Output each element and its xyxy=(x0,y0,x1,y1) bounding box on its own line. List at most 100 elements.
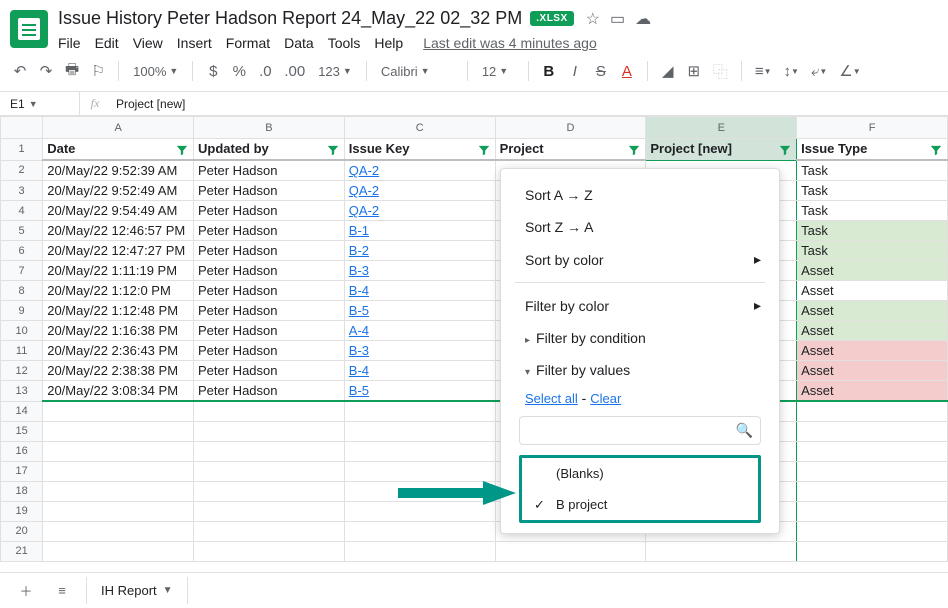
cell-updated-by[interactable]: Peter Hadson xyxy=(194,321,345,341)
empty-cell[interactable] xyxy=(344,441,495,461)
row-header[interactable]: 12 xyxy=(1,361,43,381)
merge-button[interactable]: ⿻ xyxy=(710,59,731,83)
col-header-F[interactable]: F xyxy=(797,117,948,139)
row-header[interactable]: 11 xyxy=(1,341,43,361)
empty-cell[interactable] xyxy=(194,481,345,501)
empty-cell[interactable] xyxy=(797,441,948,461)
filter-by-color[interactable]: Filter by color▸ xyxy=(501,289,779,322)
empty-cell[interactable] xyxy=(194,461,345,481)
issue-key-link[interactable]: B-2 xyxy=(349,243,369,258)
empty-cell[interactable] xyxy=(43,521,194,541)
issue-key-link[interactable]: QA-2 xyxy=(349,203,379,218)
cell-updated-by[interactable]: Peter Hadson xyxy=(194,301,345,321)
strike-button[interactable]: S xyxy=(591,59,611,83)
cell-issue-type[interactable]: Asset xyxy=(797,361,948,381)
sort-za[interactable]: Sort Z → A xyxy=(501,211,779,243)
cell-issue-key[interactable]: B-4 xyxy=(344,281,495,301)
empty-cell[interactable] xyxy=(344,521,495,541)
filter-icon[interactable] xyxy=(477,143,491,157)
decrease-decimal-button[interactable]: .0 xyxy=(255,59,275,83)
empty-cell[interactable] xyxy=(646,541,797,561)
row-header[interactable]: 6 xyxy=(1,241,43,261)
issue-key-link[interactable]: QA-2 xyxy=(349,163,379,178)
empty-cell[interactable] xyxy=(797,421,948,441)
empty-cell[interactable] xyxy=(43,461,194,481)
cell-date[interactable]: 20/May/22 9:54:49 AM xyxy=(43,201,194,221)
empty-cell[interactable] xyxy=(194,541,345,561)
cell-updated-by[interactable]: Peter Hadson xyxy=(194,361,345,381)
col-header-C[interactable]: C xyxy=(344,117,495,139)
cell-date[interactable]: 20/May/22 12:46:57 PM xyxy=(43,221,194,241)
cell-issue-type[interactable]: Task xyxy=(797,181,948,201)
empty-cell[interactable] xyxy=(43,541,194,561)
filter-icon[interactable] xyxy=(778,143,792,157)
empty-cell[interactable] xyxy=(797,461,948,481)
row-header[interactable]: 19 xyxy=(1,501,43,521)
col-header-D[interactable]: D xyxy=(495,117,646,139)
borders-button[interactable]: ⊞ xyxy=(684,59,704,83)
cell-updated-by[interactable]: Peter Hadson xyxy=(194,201,345,221)
empty-cell[interactable] xyxy=(43,421,194,441)
row-header[interactable]: 14 xyxy=(1,401,43,421)
cell-date[interactable]: 20/May/22 2:38:38 PM xyxy=(43,361,194,381)
sheet-tab[interactable]: IH Report▼ xyxy=(86,577,188,604)
empty-cell[interactable] xyxy=(797,521,948,541)
issue-key-link[interactable]: B-5 xyxy=(349,303,369,318)
redo-button[interactable]: ↷ xyxy=(36,59,56,83)
wrap-button[interactable]: ⤶▼ xyxy=(808,59,830,83)
row-header[interactable]: 1 xyxy=(1,139,43,161)
doc-title[interactable]: Issue History Peter Hadson Report 24_May… xyxy=(58,8,522,29)
row-header[interactable]: 2 xyxy=(1,160,43,181)
cell-date[interactable]: 20/May/22 9:52:39 AM xyxy=(43,160,194,181)
menu-data[interactable]: Data xyxy=(284,35,314,51)
empty-cell[interactable] xyxy=(344,401,495,421)
empty-cell[interactable] xyxy=(43,481,194,501)
menu-insert[interactable]: Insert xyxy=(177,35,212,51)
cell-date[interactable]: 20/May/22 1:16:38 PM xyxy=(43,321,194,341)
cell-issue-type[interactable]: Task xyxy=(797,221,948,241)
filter-value-b-project[interactable]: ✓B project xyxy=(522,489,758,520)
cell-issue-key[interactable]: A-4 xyxy=(344,321,495,341)
issue-key-link[interactable]: A-4 xyxy=(349,323,369,338)
filter-search-input[interactable] xyxy=(519,416,761,445)
issue-key-link[interactable]: B-5 xyxy=(349,383,369,398)
print-button[interactable]: 🖶 xyxy=(62,59,82,83)
filter-icon[interactable] xyxy=(175,143,189,157)
col-header-B[interactable]: B xyxy=(194,117,345,139)
cell-issue-type[interactable]: Asset xyxy=(797,321,948,341)
empty-cell[interactable] xyxy=(495,541,646,561)
empty-cell[interactable] xyxy=(43,401,194,421)
cell-updated-by[interactable]: Peter Hadson xyxy=(194,261,345,281)
undo-button[interactable]: ↶ xyxy=(10,59,30,83)
cell-date[interactable]: 20/May/22 2:36:43 PM xyxy=(43,341,194,361)
issue-key-link[interactable]: B-3 xyxy=(349,343,369,358)
row-header[interactable]: 18 xyxy=(1,481,43,501)
empty-cell[interactable] xyxy=(43,441,194,461)
cell-issue-type[interactable]: Asset xyxy=(797,281,948,301)
text-color-button[interactable]: A xyxy=(617,59,637,83)
empty-cell[interactable] xyxy=(194,501,345,521)
row-header[interactable]: 5 xyxy=(1,221,43,241)
cell-date[interactable]: 20/May/22 3:08:34 PM xyxy=(43,381,194,402)
cell-updated-by[interactable]: Peter Hadson xyxy=(194,221,345,241)
cell-issue-key[interactable]: QA-2 xyxy=(344,181,495,201)
menu-help[interactable]: Help xyxy=(374,35,403,51)
cell-issue-key[interactable]: B-3 xyxy=(344,341,495,361)
issue-key-link[interactable]: QA-2 xyxy=(349,183,379,198)
filter-value-blanks[interactable]: (Blanks) xyxy=(522,458,758,489)
header-cell[interactable]: Issue Type xyxy=(797,139,948,161)
cell-date[interactable]: 20/May/22 9:52:49 AM xyxy=(43,181,194,201)
cell-updated-by[interactable]: Peter Hadson xyxy=(194,281,345,301)
empty-cell[interactable] xyxy=(797,481,948,501)
menu-view[interactable]: View xyxy=(133,35,163,51)
filter-icon[interactable] xyxy=(627,143,641,157)
valign-button[interactable]: ↕▼ xyxy=(781,59,802,83)
col-header-E[interactable]: E xyxy=(646,117,797,139)
currency-button[interactable]: $ xyxy=(203,59,223,83)
formula-input[interactable]: Project [new] xyxy=(110,97,185,111)
header-cell[interactable]: Project [new] xyxy=(646,139,797,161)
row-header[interactable]: 4 xyxy=(1,201,43,221)
menu-edit[interactable]: Edit xyxy=(95,35,119,51)
row-header[interactable]: 20 xyxy=(1,521,43,541)
row-header[interactable]: 7 xyxy=(1,261,43,281)
